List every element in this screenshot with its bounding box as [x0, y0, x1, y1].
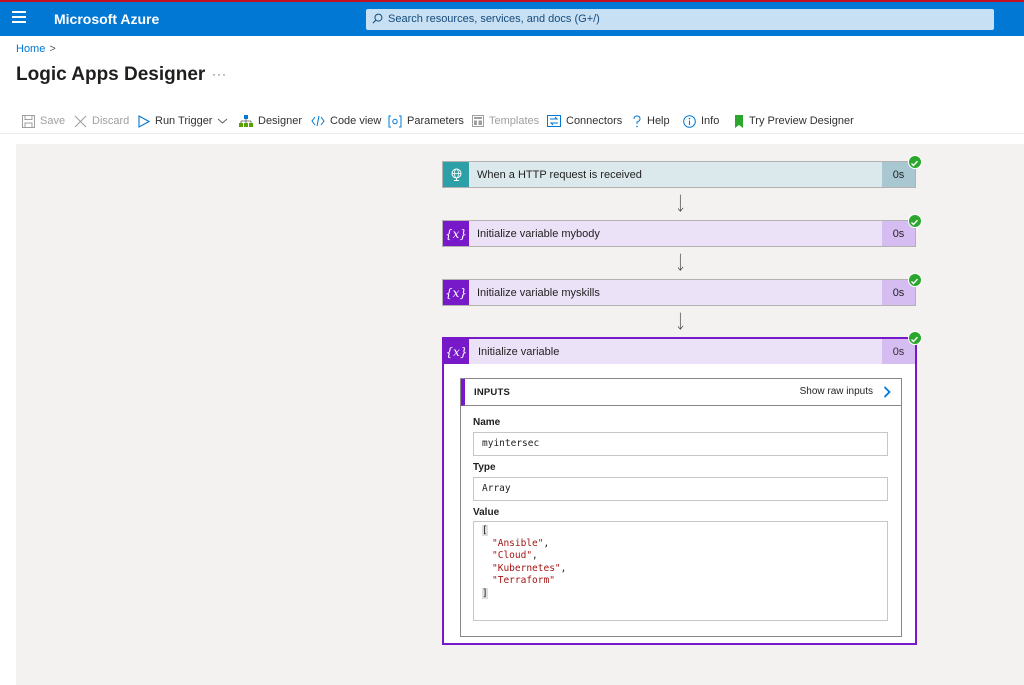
info-icon [683, 114, 696, 128]
help-button[interactable]: Help [632, 113, 670, 129]
code-view-button[interactable]: Code view [311, 113, 381, 129]
json-close-bracket: ] [482, 587, 488, 599]
parameters-button[interactable]: Parameters [388, 113, 464, 129]
step-label: When a HTTP request is received [477, 168, 642, 181]
run-trigger-button[interactable]: Run Trigger [138, 113, 233, 129]
json-item: "Cloud" [492, 550, 533, 561]
step-http-trigger[interactable]: When a HTTP request is received 0s [442, 161, 916, 188]
success-check-icon [908, 155, 922, 169]
templates-button[interactable]: Templates [472, 113, 539, 129]
try-preview-label: Try Preview Designer [749, 115, 854, 127]
success-check-icon [908, 273, 922, 287]
step-label: Initialize variable myskills [477, 286, 600, 299]
json-item: "Ansible" [492, 537, 544, 549]
chevron-right-icon[interactable] [883, 386, 891, 398]
hamburger-menu-icon[interactable] [12, 11, 26, 25]
code-icon [311, 115, 325, 127]
info-button[interactable]: Info [683, 113, 719, 129]
breadcrumb-separator: > [49, 43, 56, 55]
step-header[interactable]: {x} Initialize variable 0s [444, 339, 915, 364]
globe-icon [443, 162, 469, 187]
help-label: Help [647, 115, 670, 127]
save-button[interactable]: Save [22, 113, 65, 129]
variable-icon: {x} [443, 280, 469, 305]
step-label: Initialize variable mybody [477, 227, 600, 240]
success-check-icon [908, 214, 922, 228]
connectors-button[interactable]: Connectors [547, 113, 622, 129]
code-view-label: Code view [330, 115, 382, 127]
inputs-title: INPUTS [474, 387, 511, 398]
success-check-icon [908, 331, 922, 345]
parameters-icon [388, 115, 402, 127]
connectors-label: Connectors [566, 115, 623, 127]
step-initialize-variable-expanded[interactable]: {x} Initialize variable 0s INPUTS Show r… [442, 337, 917, 645]
templates-icon [472, 115, 484, 127]
inputs-panel: INPUTS Show raw inputs Name myintersec T… [460, 378, 902, 637]
json-item: "Kubernetes" [492, 562, 561, 574]
step-initialize-variable-myskills[interactable]: {x} Initialize variable myskills 0s [442, 279, 916, 306]
search-input[interactable]: Search resources, services, and docs (G+… [366, 9, 994, 30]
breadcrumb: Home > [16, 43, 56, 55]
close-icon [74, 115, 87, 127]
search-icon [372, 13, 383, 24]
connectors-icon [547, 115, 561, 127]
flow-arrow [678, 253, 684, 271]
step-label: Initialize variable [478, 345, 560, 358]
discard-label: Discard [92, 115, 130, 127]
designer-button[interactable]: Designer [239, 113, 302, 129]
try-preview-designer-button[interactable]: Try Preview Designer [734, 113, 854, 129]
save-icon [22, 114, 35, 128]
brand-title[interactable]: Microsoft Azure [54, 11, 159, 27]
inputs-header: INPUTS Show raw inputs [461, 379, 901, 406]
value-label: Value [473, 507, 500, 518]
command-toolbar: Save Discard Run Trigger Designer Code v… [0, 108, 1024, 134]
search-placeholder: Search resources, services, and docs (G+… [388, 13, 600, 25]
help-icon [633, 114, 641, 127]
run-trigger-label: Run Trigger [155, 115, 213, 127]
type-label: Type [473, 462, 496, 473]
value-json: [ "Ansible", "Cloud", "Kubernetes", "Ter… [473, 521, 888, 621]
parameters-label: Parameters [407, 115, 464, 127]
name-label: Name [473, 417, 501, 428]
templates-label: Templates [489, 115, 540, 127]
page-title: Logic Apps Designer [16, 64, 206, 85]
info-label: Info [701, 115, 720, 127]
flow-arrow [678, 312, 684, 330]
designer-label: Designer [258, 115, 303, 127]
type-value: Array [473, 477, 888, 501]
play-icon [138, 114, 150, 128]
chevron-down-icon [218, 118, 228, 124]
json-item: "Terraform" [492, 575, 555, 586]
variable-icon: {x} [443, 221, 469, 246]
designer-icon [239, 114, 253, 127]
variable-icon: {x} [444, 339, 469, 364]
more-options-button[interactable]: ··· [212, 67, 227, 81]
step-initialize-variable-mybody[interactable]: {x} Initialize variable mybody 0s [442, 220, 916, 247]
top-bar: Microsoft Azure Search resources, servic… [0, 0, 1024, 36]
bookmark-icon [735, 114, 743, 128]
name-value: myintersec [473, 432, 888, 456]
discard-button[interactable]: Discard [74, 113, 129, 129]
save-label: Save [40, 115, 66, 127]
breadcrumb-home-link[interactable]: Home [16, 43, 45, 55]
show-raw-inputs-link[interactable]: Show raw inputs [800, 386, 873, 397]
flow-arrow [678, 194, 684, 212]
json-open-bracket: [ [482, 525, 488, 536]
